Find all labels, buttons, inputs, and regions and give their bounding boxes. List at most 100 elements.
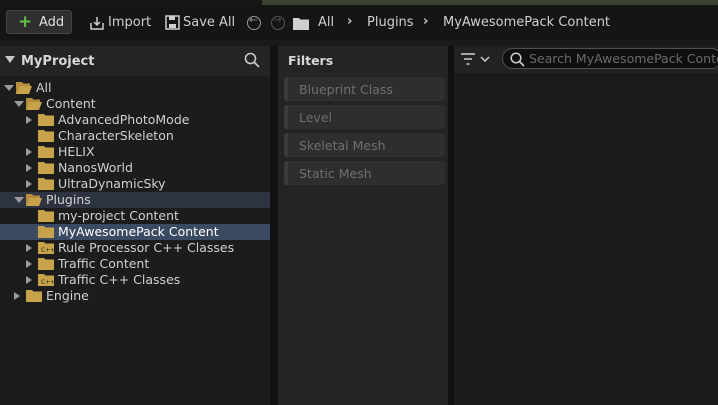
collapsed-arrow-icon[interactable] [26, 260, 32, 268]
sources-header[interactable]: MyProject [0, 46, 270, 76]
asset-search-input[interactable] [529, 50, 718, 67]
filter-label: Skeletal Mesh [299, 138, 386, 153]
filter-bar [284, 161, 288, 185]
tree-item-ultradynamicsky[interactable]: UltraDynamicSky [0, 176, 270, 192]
breadcrumb-all[interactable]: All [318, 15, 334, 30]
tree-item-label: NanosWorld [58, 160, 133, 175]
browse-folder-icon[interactable] [293, 17, 309, 30]
search-icon[interactable] [244, 52, 260, 68]
tree-item-nanosworld[interactable]: NanosWorld [0, 160, 270, 176]
tree-item-label: HELIX [58, 144, 95, 159]
filter-blueprint-class[interactable]: Blueprint Class [284, 77, 445, 101]
folder-icon [38, 258, 54, 270]
asset-view [454, 46, 718, 405]
tree-item-label: Content [46, 96, 96, 111]
tree-item-label: my-project Content [58, 208, 179, 223]
folder-icon [38, 130, 54, 142]
svg-text:C++: C++ [41, 247, 54, 254]
tree-item-advancedphotomode[interactable]: AdvancedPhotoMode [0, 112, 270, 128]
import-button[interactable]: Import [89, 15, 151, 33]
add-button[interactable]: + Add [6, 10, 72, 34]
filter-skeletal-mesh[interactable]: Skeletal Mesh [284, 133, 445, 157]
sources-panel: MyProject All Content AdvancedPhotoMode Cha… [0, 46, 270, 405]
folder-icon [38, 178, 54, 190]
import-label: Import [108, 15, 152, 30]
breadcrumb-current[interactable]: MyAwesomePack Content [443, 15, 610, 30]
tree-item-label: Plugins [46, 192, 91, 207]
collapsed-arrow-icon[interactable] [26, 148, 32, 156]
breadcrumb-separator-icon: › [423, 14, 429, 29]
tree-item-helix[interactable]: HELIX [0, 144, 270, 160]
expanded-arrow-icon[interactable] [14, 101, 24, 107]
save-all-label: Save All [183, 15, 236, 30]
asset-view-toolbar [454, 46, 718, 73]
tree-item-label: AdvancedPhotoMode [58, 112, 190, 127]
collapsed-arrow-icon[interactable] [26, 276, 32, 284]
panel-splitter[interactable] [270, 46, 278, 405]
tree-item-my-project-content[interactable]: my-project Content [0, 208, 270, 224]
add-button-label: Add [39, 15, 65, 30]
tree-item-characterskeleton[interactable]: CharacterSkeleton [0, 128, 270, 144]
collapsed-arrow-icon[interactable] [26, 116, 32, 124]
tree-item-content[interactable]: Content [0, 96, 270, 112]
folder-icon [38, 146, 54, 158]
folder-icon [38, 114, 54, 126]
collapsed-arrow-icon[interactable] [14, 292, 20, 300]
tree-item-label: Traffic C++ Classes [58, 272, 181, 287]
tree-item-label: Rule Processor C++ Classes [58, 240, 235, 255]
filter-label: Level [299, 110, 332, 125]
cpp-folder-icon: C++ [38, 274, 54, 286]
cpp-folder-icon: C++ [38, 242, 54, 254]
tree-item-traffic-cpp-classes[interactable]: C++ Traffic C++ Classes [0, 272, 270, 288]
svg-text:C++: C++ [41, 279, 54, 286]
filter-dropdown-icon[interactable] [461, 53, 491, 65]
filter-bar [284, 105, 288, 129]
search-icon [510, 52, 525, 67]
breadcrumb-plugins[interactable]: Plugins [367, 15, 414, 30]
filter-level[interactable]: Level [284, 105, 445, 129]
tree-item-plugins[interactable]: Plugins [0, 192, 270, 208]
tree-item-myawesomepack-content[interactable]: MyAwesomePack Content [0, 224, 270, 240]
tree-item-all[interactable]: All [0, 80, 270, 96]
filters-panel: Filters Blueprint Class Level Skeletal M… [278, 46, 448, 405]
collapsed-arrow-icon[interactable] [26, 164, 32, 172]
folder-icon [38, 226, 54, 238]
project-title: MyProject [21, 54, 95, 69]
collapse-caret-icon[interactable] [5, 56, 15, 63]
folder-open-icon [26, 98, 42, 110]
viewport-sky [262, 0, 718, 5]
tree-item-rule-processor-classes[interactable]: C++ Rule Processor C++ Classes [0, 240, 270, 256]
filter-label: Blueprint Class [299, 82, 393, 97]
tree-item-engine[interactable]: Engine [0, 288, 270, 304]
asset-search-box[interactable] [502, 48, 718, 69]
breadcrumb-separator-icon: › [347, 14, 353, 29]
collapsed-arrow-icon[interactable] [26, 244, 32, 252]
folder-open-icon [26, 194, 42, 206]
filter-label: Static Mesh [299, 166, 372, 181]
save-all-button[interactable]: Save All [165, 15, 235, 33]
folder-open-icon [16, 82, 32, 94]
filter-static-mesh[interactable]: Static Mesh [284, 161, 445, 185]
content-browser-toolbar: + Add Import Save All ← → All › Plugins … [0, 6, 718, 40]
tree-item-label: All [36, 80, 52, 95]
tree-item-label: Traffic Content [58, 256, 150, 271]
folder-icon [26, 290, 42, 302]
plus-icon: + [18, 12, 33, 32]
save-icon [165, 15, 180, 30]
tree-item-label: Engine [46, 288, 89, 303]
folder-icon [38, 210, 54, 222]
folder-icon [38, 162, 54, 174]
forward-arrow-icon[interactable]: → [271, 15, 285, 30]
collapsed-arrow-icon[interactable] [26, 180, 32, 188]
filter-bar [284, 77, 288, 101]
tree-item-label: UltraDynamicSky [58, 176, 166, 191]
tree-item-label: MyAwesomePack Content [58, 224, 219, 239]
expanded-arrow-icon[interactable] [14, 197, 24, 203]
back-arrow-icon[interactable]: ← [247, 15, 261, 30]
expanded-arrow-icon[interactable] [4, 85, 14, 91]
tree-item-traffic-content[interactable]: Traffic Content [0, 256, 270, 272]
import-icon [90, 17, 104, 30]
tree-item-label: CharacterSkeleton [58, 128, 174, 143]
filter-bar [284, 133, 288, 157]
filters-title: Filters [288, 53, 334, 68]
